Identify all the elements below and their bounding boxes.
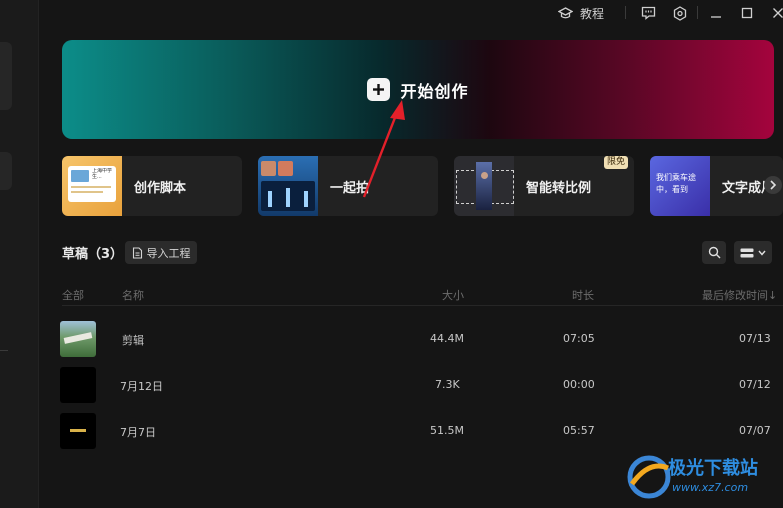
- draft-size: 7.3K: [435, 378, 460, 391]
- draft-name: 7月7日: [120, 426, 156, 439]
- draft-duration: 05:57: [563, 424, 595, 437]
- draft-thumbnail: [60, 413, 96, 449]
- header-divider: [62, 305, 783, 306]
- list-view-icon: [740, 248, 754, 257]
- draft-size: 51.5M: [430, 424, 464, 437]
- column-header-duration[interactable]: 时长: [572, 287, 594, 303]
- drafts-title: 草稿（3）: [62, 247, 124, 262]
- search-button[interactable]: [702, 241, 726, 264]
- watermark-url: www.xz7.com: [672, 481, 749, 494]
- draft-thumbnail: [60, 321, 96, 357]
- draft-name: 剪辑: [122, 334, 144, 347]
- draft-thumbnail: [60, 367, 96, 403]
- document-icon: [132, 246, 142, 259]
- column-header-modified[interactable]: 最后修改时间↓: [702, 287, 780, 303]
- draft-duration: 00:00: [563, 378, 595, 391]
- import-project-label: 导入工程: [146, 246, 191, 260]
- watermark-name: 极光下载站: [668, 458, 758, 479]
- watermark-logo: [627, 455, 671, 499]
- import-project-button[interactable]: 导入工程: [125, 241, 197, 264]
- view-mode-dropdown[interactable]: [734, 241, 772, 264]
- site-watermark: 极光下载站 www.xz7.com: [626, 452, 776, 504]
- column-header-all[interactable]: 全部: [62, 287, 84, 303]
- search-icon: [708, 246, 720, 259]
- draft-duration: 07:05: [563, 332, 595, 345]
- draft-name: 7月12日: [120, 380, 163, 393]
- draft-size: 44.4M: [430, 332, 464, 345]
- column-header-size[interactable]: 大小: [442, 287, 464, 303]
- chevron-down-icon: [758, 250, 766, 256]
- draft-modified: 07/07: [739, 424, 771, 437]
- column-header-name[interactable]: 名称: [122, 287, 144, 303]
- draft-modified: 07/13: [739, 332, 771, 345]
- draft-modified: 07/12: [739, 378, 771, 391]
